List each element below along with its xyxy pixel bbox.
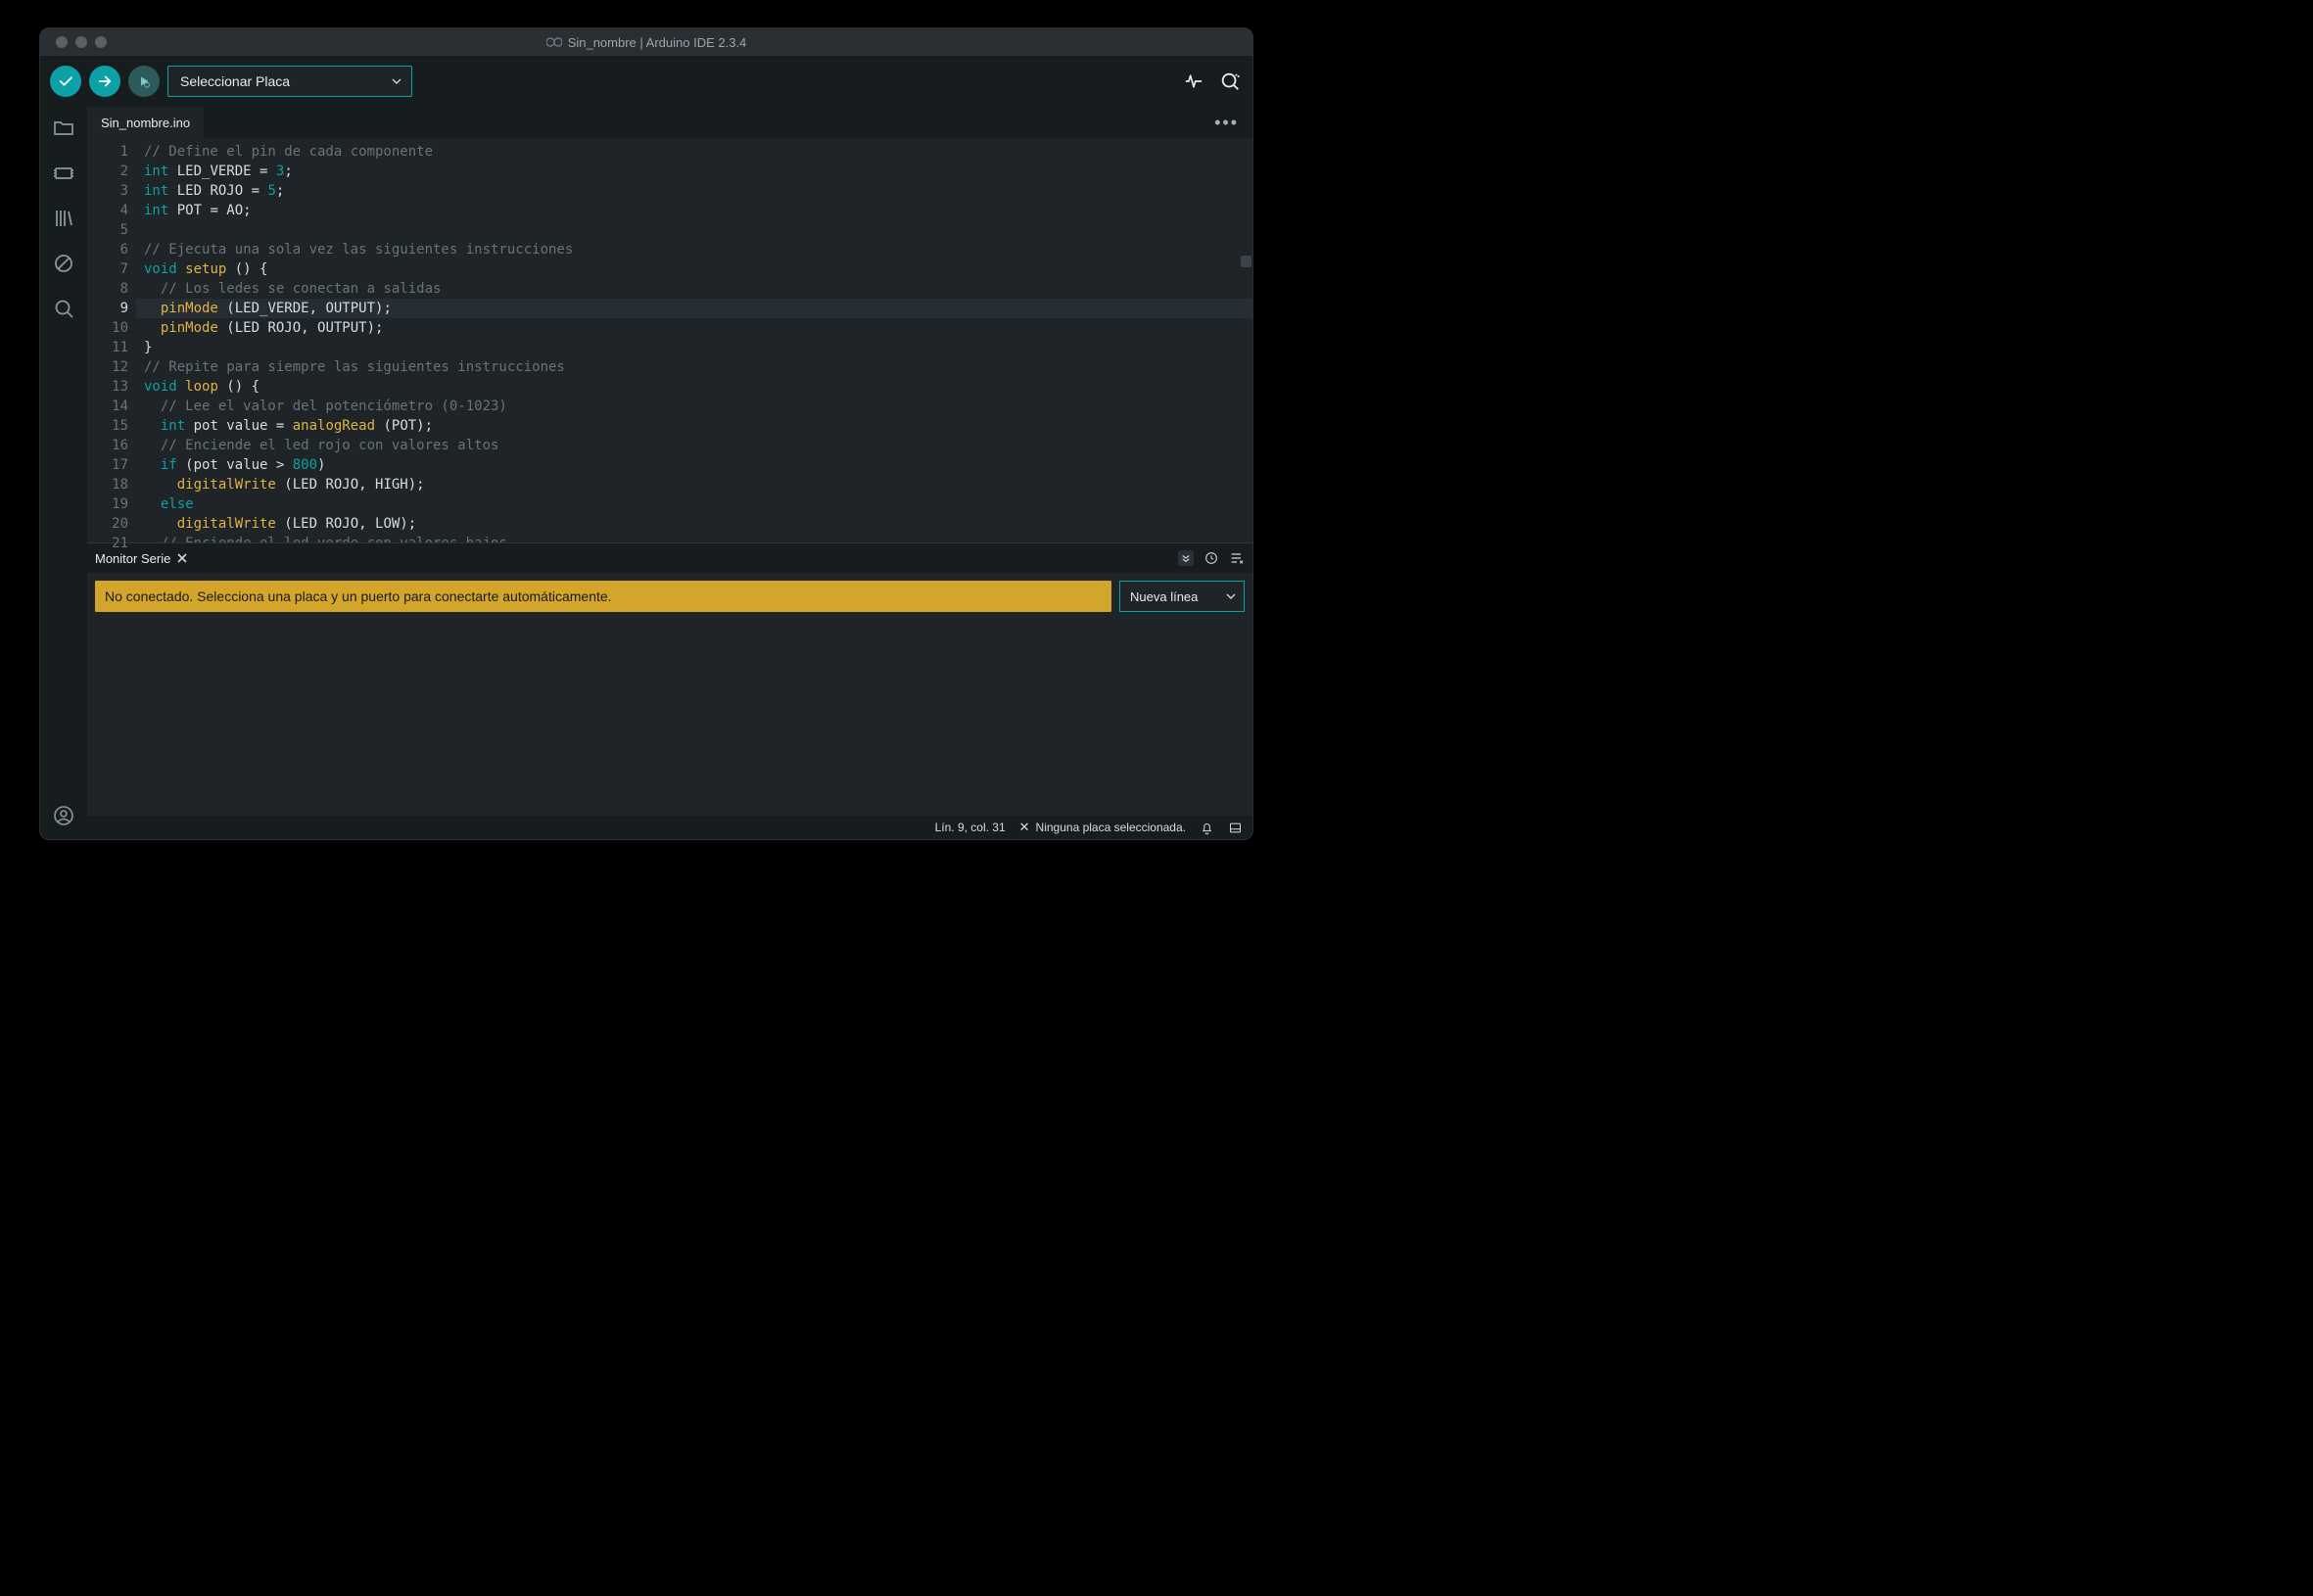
- status-board-text: Ninguna placa seleccionada.: [1036, 821, 1186, 834]
- play-bug-icon: [135, 72, 153, 90]
- ellipsis-icon: •••: [1214, 113, 1239, 133]
- chevrons-down-icon: [1181, 552, 1191, 564]
- serial-warning-text: No conectado. Selecciona una placa y un …: [105, 588, 612, 604]
- editor-scrollbar-thumb[interactable]: [1241, 256, 1251, 267]
- clock-icon: [1204, 550, 1219, 566]
- clear-lines-icon: [1229, 550, 1245, 566]
- no-entry-icon: [52, 252, 75, 275]
- code-editor[interactable]: 123456789101112131415161718192021 // Def…: [87, 138, 1252, 543]
- close-icon: ✕: [1019, 820, 1030, 835]
- serial-plotter-button[interactable]: [1184, 71, 1204, 91]
- traffic-zoom[interactable]: [95, 36, 107, 48]
- chevron-down-icon: [1226, 591, 1236, 601]
- activity-bar: [40, 107, 87, 839]
- bell-icon: [1200, 821, 1214, 835]
- tab-filename: Sin_nombre.ino: [101, 116, 190, 130]
- traffic-close[interactable]: [56, 36, 68, 48]
- window-title: Sin_nombre | Arduino IDE 2.3.4: [40, 35, 1252, 50]
- board-icon: [52, 162, 75, 185]
- editor-tab-active[interactable]: Sin_nombre.ino: [87, 107, 204, 138]
- board-select-dropdown[interactable]: Seleccionar Placa: [167, 66, 412, 97]
- debug-view-button[interactable]: [52, 252, 75, 275]
- boards-manager-button[interactable]: [52, 162, 75, 185]
- library-icon: [52, 207, 75, 230]
- line-ending-label: Nueva línea: [1130, 589, 1198, 604]
- tab-overflow-button[interactable]: •••: [1214, 107, 1245, 138]
- upload-button[interactable]: [89, 66, 120, 97]
- verify-button[interactable]: [50, 66, 81, 97]
- toggle-panel-button[interactable]: [1228, 821, 1243, 835]
- line-ending-dropdown[interactable]: Nueva línea: [1119, 581, 1245, 612]
- library-manager-button[interactable]: [52, 207, 75, 230]
- search-icon: [52, 297, 75, 320]
- folder-icon: [52, 117, 75, 140]
- serial-monitor-button[interactable]: [1219, 70, 1241, 92]
- account-button[interactable]: [52, 804, 75, 827]
- panel-toggle-timestamp[interactable]: [1204, 550, 1219, 566]
- close-icon: [176, 552, 188, 564]
- sketchbook-button[interactable]: [52, 117, 75, 140]
- notifications-button[interactable]: [1200, 821, 1214, 835]
- layout-panel-icon: [1228, 821, 1243, 835]
- panel-tab-bar: Monitor Serie: [87, 543, 1252, 573]
- bottom-panel: Monitor Serie: [87, 543, 1252, 816]
- debug-button[interactable]: [128, 66, 160, 97]
- line-gutter: 123456789101112131415161718192021: [87, 138, 136, 542]
- check-icon: [57, 72, 74, 90]
- window-controls: [56, 36, 107, 48]
- arrow-right-icon: [96, 72, 114, 90]
- pulse-icon: [1184, 71, 1204, 91]
- chevron-down-icon: [392, 76, 401, 86]
- status-board-group[interactable]: ✕ Ninguna placa seleccionada.: [1019, 820, 1186, 835]
- code-content[interactable]: // Define el pin de cada componenteint L…: [136, 138, 1252, 542]
- magnify-dots-icon: [1219, 70, 1241, 92]
- editor-tabs: Sin_nombre.ino •••: [87, 107, 1252, 138]
- panel-toggle-autoscroll[interactable]: [1178, 550, 1194, 566]
- search-view-button[interactable]: [52, 297, 75, 320]
- toolbar: Seleccionar Placa: [40, 56, 1252, 107]
- arduino-logo-icon: [546, 37, 562, 47]
- status-cursor-position[interactable]: Lín. 9, col. 31: [935, 821, 1006, 834]
- board-select-label: Seleccionar Placa: [180, 73, 290, 89]
- panel-tab-close[interactable]: [176, 552, 188, 564]
- titlebar: Sin_nombre | Arduino IDE 2.3.4: [40, 28, 1252, 56]
- user-circle-icon: [52, 804, 75, 827]
- serial-warning-banner: No conectado. Selecciona una placa y un …: [95, 581, 1111, 612]
- traffic-minimize[interactable]: [75, 36, 87, 48]
- app-window: Sin_nombre | Arduino IDE 2.3.4 Seleccion…: [39, 27, 1253, 840]
- panel-clear-output[interactable]: [1229, 550, 1245, 566]
- status-bar: Lín. 9, col. 31 ✕ Ninguna placa seleccio…: [87, 816, 1252, 839]
